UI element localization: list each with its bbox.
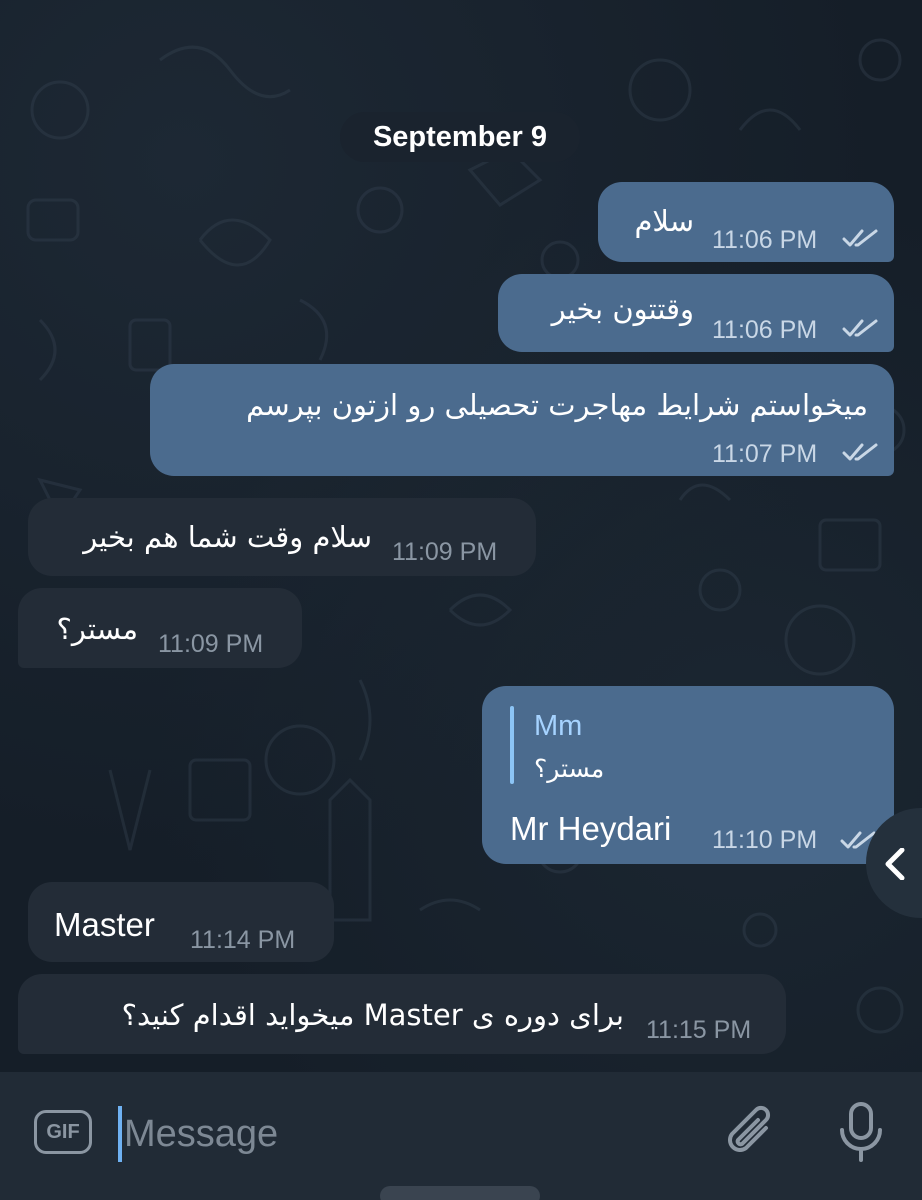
message-time: 11:06 PM — [712, 226, 818, 254]
home-indicator — [380, 1186, 540, 1200]
message-text: وقتتون بخیر — [551, 292, 694, 326]
message-input[interactable] — [124, 1100, 684, 1168]
message-text: سلام وقت شما هم بخیر — [83, 520, 372, 554]
message-bubble-outgoing[interactable]: Mm مستر؟ Mr Heydari 11:10 PM — [482, 686, 894, 864]
reply-quote-text[interactable]: مستر؟ — [534, 754, 604, 783]
double-check-icon — [842, 229, 878, 247]
message-time: 11:14 PM — [190, 926, 296, 954]
date-separator: September 9 — [340, 112, 580, 162]
gif-button[interactable]: GIF — [34, 1110, 92, 1154]
message-bubble-outgoing[interactable]: میخواستم شرایط مهاجرت تحصیلی رو ازتون بپ… — [150, 364, 894, 476]
message-text: سلام — [634, 204, 694, 238]
message-text: Master — [54, 906, 155, 943]
message-text: برای دوره ی Master میخواید اقدام کنید؟ — [121, 998, 624, 1032]
message-time: 11:06 PM — [712, 316, 818, 344]
message-bubble-incoming[interactable]: برای دوره ی Master میخواید اقدام کنید؟ 1… — [18, 974, 786, 1054]
double-check-icon — [842, 319, 878, 337]
message-time: 11:07 PM — [712, 440, 818, 468]
chat-background: September 9 سلام 11:06 PM وقتتون بخیر 11… — [0, 0, 922, 1072]
message-time: 11:15 PM — [646, 1016, 752, 1044]
reply-quote-bar — [510, 706, 514, 784]
double-check-icon — [842, 443, 878, 461]
message-bubble-outgoing[interactable]: وقتتون بخیر 11:06 PM — [498, 274, 894, 352]
text-caret — [118, 1106, 122, 1162]
reply-sender-name[interactable]: Mm — [534, 710, 582, 743]
message-bubble-outgoing[interactable]: سلام 11:06 PM — [598, 182, 894, 262]
message-time: 11:09 PM — [392, 538, 498, 566]
message-bubble-incoming[interactable]: مستر؟ 11:09 PM — [18, 588, 302, 668]
message-text: Mr Heydari — [510, 810, 672, 847]
message-time: 11:09 PM — [158, 630, 264, 658]
chevron-left-icon — [885, 848, 905, 880]
message-text: مستر؟ — [56, 612, 138, 646]
message-time: 11:10 PM — [712, 826, 818, 854]
microphone-icon[interactable] — [836, 1100, 886, 1164]
message-bubble-incoming[interactable]: Master 11:14 PM — [28, 882, 334, 962]
message-text: میخواستم شرایط مهاجرت تحصیلی رو ازتون بپ… — [246, 388, 868, 422]
paperclip-icon[interactable] — [722, 1102, 782, 1162]
message-bubble-incoming[interactable]: سلام وقت شما هم بخیر 11:09 PM — [28, 498, 536, 576]
